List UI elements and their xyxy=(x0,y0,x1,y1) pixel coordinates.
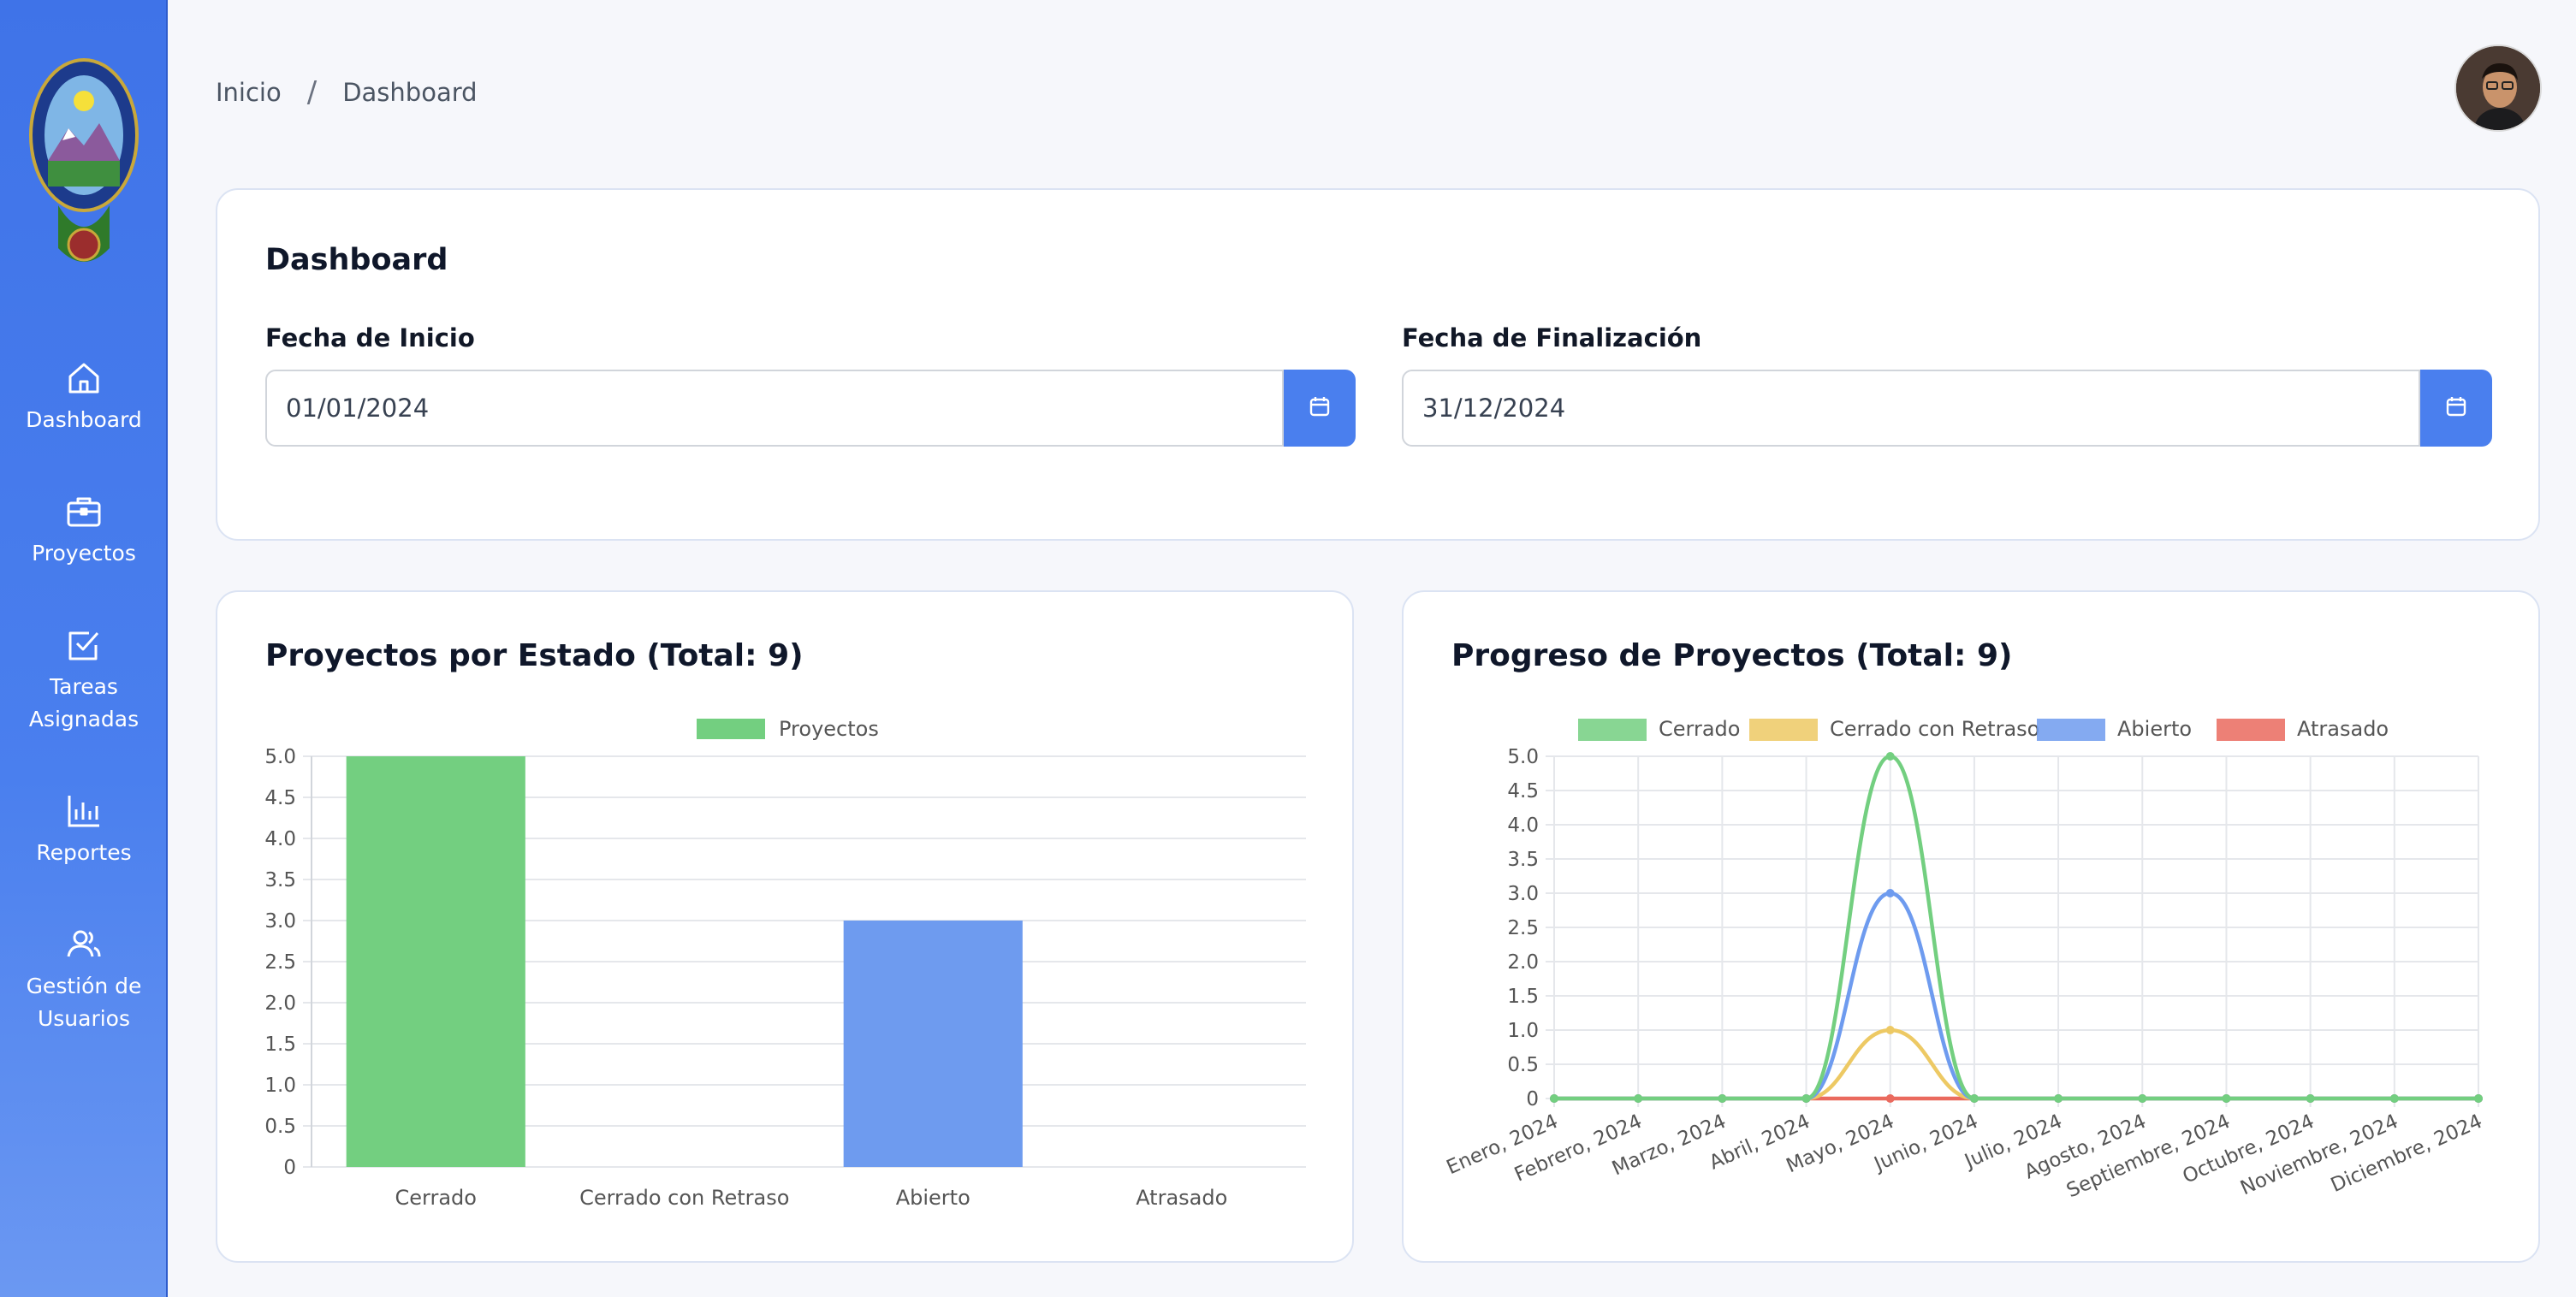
y-tick-label: 5.0 xyxy=(1507,746,1539,768)
y-tick-label: 4.0 xyxy=(264,828,296,850)
legend-swatch xyxy=(1749,719,1818,741)
y-tick-label: 1.5 xyxy=(264,1033,296,1056)
sidebar-item-gestion-usuarios[interactable]: Gestión de Usuarios xyxy=(0,924,168,1035)
breadcrumb-current: Dashboard xyxy=(342,78,478,107)
projects-by-status-card: Proyectos por Estado (Total: 9) Proyecto… xyxy=(216,590,1354,1263)
legend-swatch xyxy=(697,719,765,739)
legend-swatch xyxy=(1578,719,1647,741)
sidebar-item-label: Dashboard xyxy=(26,407,142,432)
university-seal-logo xyxy=(24,51,144,286)
x-tick-label: Abierto xyxy=(896,1186,970,1210)
y-tick-label: 0 xyxy=(1526,1088,1539,1110)
data-point xyxy=(1634,1094,1643,1103)
data-point xyxy=(2138,1094,2147,1103)
bar-cerrado xyxy=(346,756,525,1167)
sidebar-item-proyectos[interactable]: Proyectos xyxy=(0,491,168,570)
data-point xyxy=(1885,1094,1895,1103)
y-tick-label: 3.5 xyxy=(1507,849,1539,871)
x-tick-label: Cerrado xyxy=(395,1186,477,1210)
data-point xyxy=(1885,752,1895,761)
legend-label: Cerrado xyxy=(1659,717,1740,741)
legend-label: Abierto xyxy=(2117,717,2192,741)
sidebar-item-label: Gestión de Usuarios xyxy=(26,974,142,1031)
bar-chart: Proyectos 0 0.5 1.0 1.5 2.0 2.5 3.0 3.5 4.0 4.5 5.0… xyxy=(264,717,1306,1210)
data-point xyxy=(2054,1094,2063,1103)
calendar-icon xyxy=(2444,394,2468,422)
end-date-calendar-button[interactable] xyxy=(2420,370,2492,447)
end-date-input[interactable]: 31/12/2024 xyxy=(1402,370,2420,447)
y-tick-label: 1.0 xyxy=(264,1075,296,1097)
start-date-calendar-button[interactable] xyxy=(1284,370,1356,447)
card-title: Dashboard xyxy=(265,243,448,277)
y-tick-label: 0 xyxy=(283,1157,296,1179)
data-point xyxy=(2389,1094,2399,1103)
calendar-icon xyxy=(1308,394,1332,422)
projects-progress-card: Progreso de Proyectos (Total: 9) Cerrado… xyxy=(1402,590,2540,1263)
y-tick-label: 2.0 xyxy=(1507,951,1539,974)
bar-chart-icon xyxy=(63,791,104,832)
start-date-label: Fecha de Inicio xyxy=(265,323,475,352)
avatar[interactable] xyxy=(2454,44,2542,132)
sidebar-item-label: Proyectos xyxy=(32,541,136,566)
x-tick-label: Cerrado con Retraso xyxy=(579,1186,789,1210)
users-icon xyxy=(63,924,104,965)
sidebar-item-dashboard[interactable]: Dashboard xyxy=(0,358,168,436)
y-tick-label: 3.0 xyxy=(1507,883,1539,905)
legend-label: Cerrado con Retraso xyxy=(1830,717,2039,741)
y-tick-label: 3.0 xyxy=(264,910,296,933)
legend-swatch xyxy=(2037,719,2105,741)
sidebar-item-reportes[interactable]: Reportes xyxy=(0,791,168,869)
checkbox-icon xyxy=(63,625,104,666)
x-tick-label: Diciembre, 2024 xyxy=(2328,1110,2486,1197)
start-date-input[interactable]: 01/01/2024 xyxy=(265,370,1284,447)
sidebar-item-label: Reportes xyxy=(36,840,132,865)
legend-swatch xyxy=(2217,719,2285,741)
legend-label: Atrasado xyxy=(2297,717,2389,741)
y-tick-label: 2.5 xyxy=(264,951,296,974)
breadcrumb: Inicio / Dashboard xyxy=(216,75,478,110)
y-tick-label: 1.5 xyxy=(1507,986,1539,1008)
y-tick-label: 1.0 xyxy=(1507,1020,1539,1042)
breadcrumb-separator: / xyxy=(306,75,318,110)
sidebar: Dashboard Proyectos Tareas Asignadas Rep… xyxy=(0,0,168,1297)
sidebar-item-label: Tareas Asignadas xyxy=(28,674,139,731)
bar-abierto xyxy=(843,921,1023,1167)
y-tick-label: 2.5 xyxy=(1507,917,1539,939)
line-chart: Cerrado Cerrado con Retraso Abierto Atrasad… xyxy=(1443,717,2486,1202)
data-point xyxy=(1718,1094,1727,1103)
y-tick-label: 0.5 xyxy=(264,1116,296,1138)
y-tick-label: 4.0 xyxy=(1507,814,1539,837)
breadcrumb-home-link[interactable]: Inicio xyxy=(216,78,282,107)
data-point xyxy=(1885,889,1895,897)
end-date-label: Fecha de Finalización xyxy=(1402,323,1702,352)
x-tick-label: Atrasado xyxy=(1136,1186,1227,1210)
y-tick-label: 5.0 xyxy=(264,746,296,768)
y-tick-label: 3.5 xyxy=(264,869,296,891)
data-point xyxy=(1885,1026,1895,1034)
y-tick-label: 2.0 xyxy=(264,992,296,1015)
y-tick-label: 0.5 xyxy=(1507,1054,1539,1076)
data-point xyxy=(2474,1094,2483,1103)
data-point xyxy=(2306,1094,2315,1103)
data-point xyxy=(2222,1094,2231,1103)
date-filter-card: Dashboard Fecha de Inicio 01/01/2024 Fec… xyxy=(216,188,2540,541)
legend-label: Proyectos xyxy=(779,717,879,741)
briefcase-icon xyxy=(63,491,104,532)
home-icon xyxy=(63,358,104,399)
data-point xyxy=(1969,1094,1979,1103)
sidebar-item-tareas-asignadas[interactable]: Tareas Asignadas xyxy=(0,625,168,736)
data-point xyxy=(1550,1094,1558,1103)
y-tick-label: 4.5 xyxy=(264,787,296,809)
data-point xyxy=(1801,1094,1811,1103)
y-tick-label: 4.5 xyxy=(1507,780,1539,802)
